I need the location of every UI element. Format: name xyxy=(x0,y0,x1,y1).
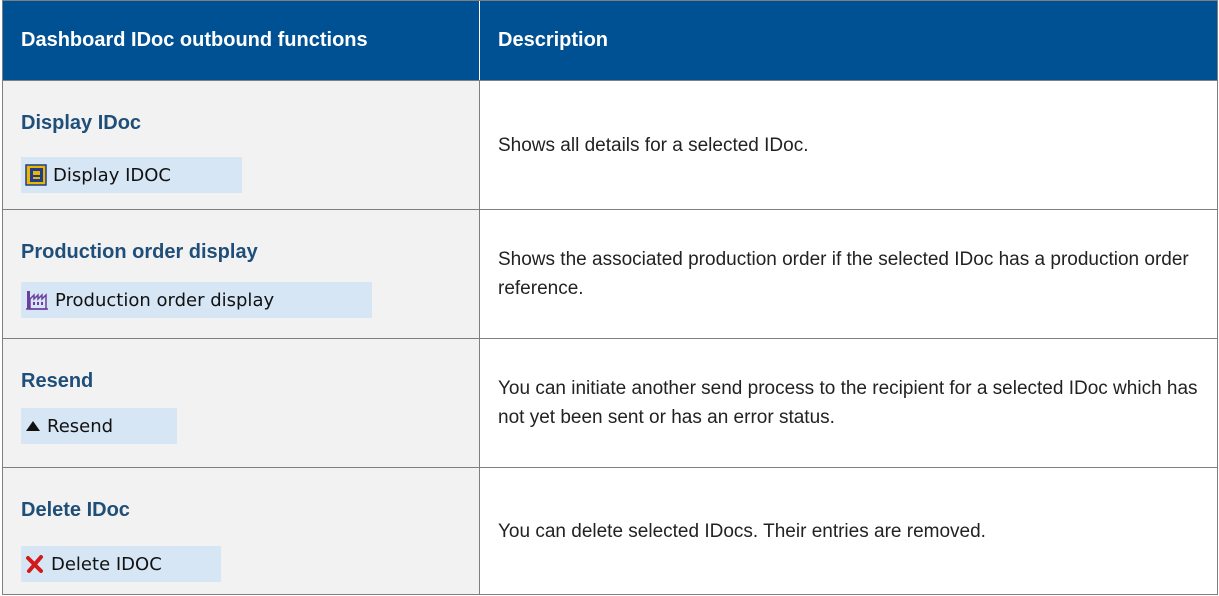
function-title: Display IDoc xyxy=(21,112,142,134)
description-cell: Shows all details for a selected IDoc. xyxy=(480,80,1217,209)
function-title: Delete IDoc xyxy=(21,499,130,521)
button-label: Display IDOC xyxy=(53,164,171,186)
function-title: Resend xyxy=(21,370,94,392)
display-idoc-icon xyxy=(25,164,47,186)
description-cell: Shows the associated production order if… xyxy=(480,209,1217,338)
button-label: Delete IDOC xyxy=(51,553,162,575)
description-cell: You can initiate another send process to… xyxy=(480,338,1217,467)
resend-button[interactable]: Resend xyxy=(21,408,177,444)
factory-icon xyxy=(25,289,49,311)
button-label: Resend xyxy=(47,415,114,437)
functions-table: Dashboard IDoc outbound functions Descri… xyxy=(2,0,1218,595)
header-functions: Dashboard IDoc outbound functions xyxy=(3,1,480,80)
function-cell-production-order: Production order display Production orde… xyxy=(3,209,480,338)
function-cell-delete-idoc: Delete IDoc Delete IDOC xyxy=(3,467,480,594)
up-triangle-icon xyxy=(25,419,41,433)
header-description: Description xyxy=(480,1,1217,80)
red-x-icon xyxy=(25,554,45,574)
function-cell-resend: Resend Resend xyxy=(3,338,480,467)
delete-idoc-button[interactable]: Delete IDOC xyxy=(21,546,221,582)
button-label: Production order display xyxy=(55,289,275,311)
description-cell: You can delete selected IDocs. Their ent… xyxy=(480,467,1217,594)
production-order-display-button[interactable]: Production order display xyxy=(21,282,372,318)
function-title: Production order display xyxy=(21,241,258,263)
display-idoc-button[interactable]: Display IDOC xyxy=(21,157,242,193)
function-cell-display-idoc: Display IDoc Display IDOC xyxy=(3,80,480,209)
